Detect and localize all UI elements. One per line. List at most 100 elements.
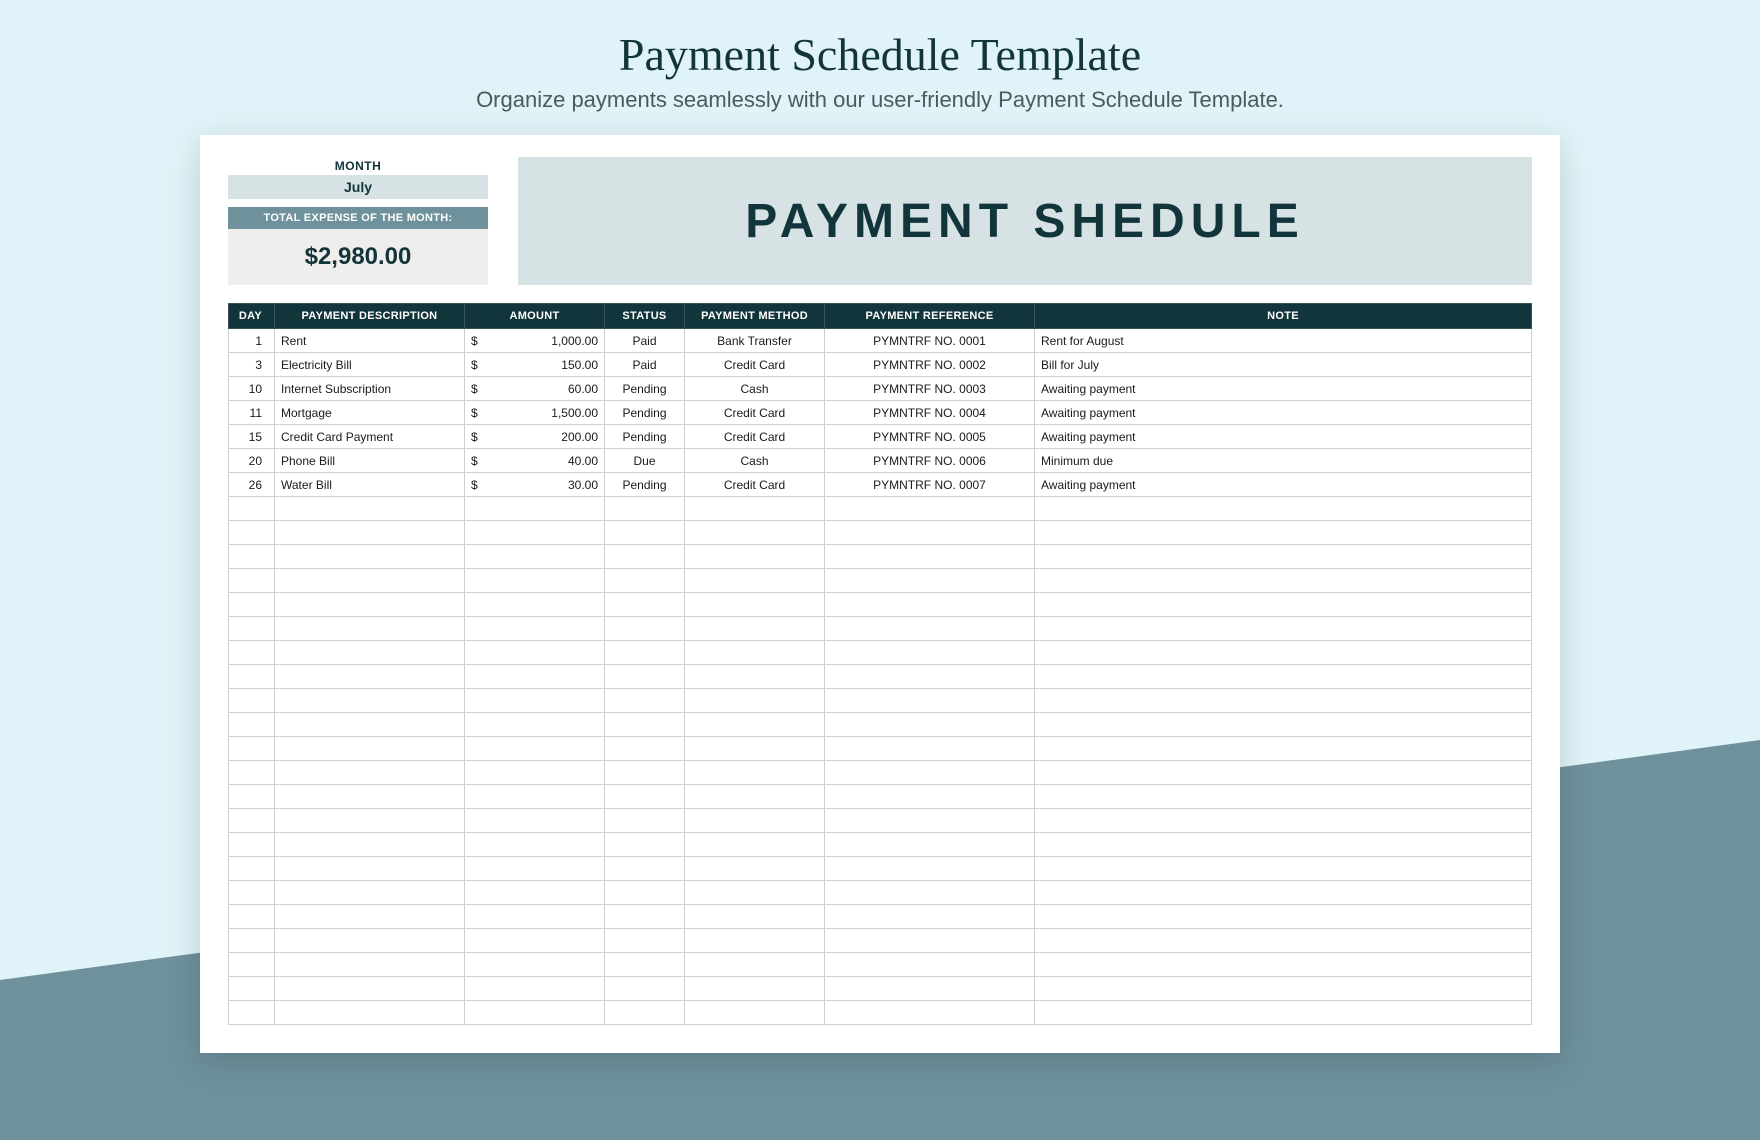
cell-amount[interactable]: 200.00 (485, 425, 605, 449)
cell-status[interactable]: Pending (605, 425, 685, 449)
cell-amount[interactable]: 1,000.00 (485, 329, 605, 353)
payment-table: DAY PAYMENT DESCRIPTION AMOUNT STATUS PA… (228, 303, 1532, 1025)
cell-currency[interactable]: $ (465, 425, 485, 449)
cell-amount[interactable]: 150.00 (485, 353, 605, 377)
cell-method[interactable]: Bank Transfer (685, 329, 825, 353)
table-row-empty[interactable] (229, 617, 1532, 641)
cell-status[interactable]: Pending (605, 473, 685, 497)
table-row-empty[interactable] (229, 977, 1532, 1001)
table-row-empty[interactable] (229, 641, 1532, 665)
table-row-empty[interactable] (229, 521, 1532, 545)
header-reference: PAYMENT REFERENCE (825, 304, 1035, 329)
table-row-empty[interactable] (229, 1001, 1532, 1025)
table-row[interactable]: 11Mortgage$1,500.00PendingCredit CardPYM… (229, 401, 1532, 425)
cell-note[interactable]: Rent for August (1035, 329, 1532, 353)
cell-amount[interactable]: 60.00 (485, 377, 605, 401)
cell-description[interactable]: Credit Card Payment (275, 425, 465, 449)
table-row[interactable]: 10Internet Subscription$60.00PendingCash… (229, 377, 1532, 401)
table-row-empty[interactable] (229, 761, 1532, 785)
header-note: NOTE (1035, 304, 1532, 329)
table-row-empty[interactable] (229, 833, 1532, 857)
month-value[interactable]: July (228, 175, 488, 199)
cell-status[interactable]: Due (605, 449, 685, 473)
cell-day[interactable]: 15 (229, 425, 275, 449)
header-status: STATUS (605, 304, 685, 329)
spreadsheet-card: MONTH July TOTAL EXPENSE OF THE MONTH: $… (200, 135, 1560, 1053)
table-row[interactable]: 15Credit Card Payment$200.00PendingCredi… (229, 425, 1532, 449)
table-row-empty[interactable] (229, 713, 1532, 737)
table-row[interactable]: 3Electricity Bill$150.00PaidCredit CardP… (229, 353, 1532, 377)
table-row[interactable]: 20Phone Bill$40.00DueCashPYMNTRF NO. 000… (229, 449, 1532, 473)
table-row-empty[interactable] (229, 929, 1532, 953)
cell-reference[interactable]: PYMNTRF NO. 0006 (825, 449, 1035, 473)
table-row[interactable]: 1Rent$1,000.00PaidBank TransferPYMNTRF N… (229, 329, 1532, 353)
cell-method[interactable]: Credit Card (685, 425, 825, 449)
table-body: 1Rent$1,000.00PaidBank TransferPYMNTRF N… (229, 329, 1532, 1025)
header-amount: AMOUNT (465, 304, 605, 329)
cell-method[interactable]: Credit Card (685, 473, 825, 497)
cell-note[interactable]: Awaiting payment (1035, 377, 1532, 401)
cell-description[interactable]: Mortgage (275, 401, 465, 425)
cell-day[interactable]: 11 (229, 401, 275, 425)
cell-day[interactable]: 20 (229, 449, 275, 473)
page-title: Payment Schedule Template (0, 0, 1760, 81)
cell-status[interactable]: Pending (605, 401, 685, 425)
cell-note[interactable]: Awaiting payment (1035, 425, 1532, 449)
cell-description[interactable]: Electricity Bill (275, 353, 465, 377)
cell-day[interactable]: 10 (229, 377, 275, 401)
sheet-header: MONTH July TOTAL EXPENSE OF THE MONTH: $… (228, 157, 1532, 285)
table-row-empty[interactable] (229, 689, 1532, 713)
cell-note[interactable]: Minimum due (1035, 449, 1532, 473)
cell-currency[interactable]: $ (465, 377, 485, 401)
cell-reference[interactable]: PYMNTRF NO. 0003 (825, 377, 1035, 401)
cell-day[interactable]: 26 (229, 473, 275, 497)
cell-description[interactable]: Internet Subscription (275, 377, 465, 401)
table-row-empty[interactable] (229, 881, 1532, 905)
cell-note[interactable]: Bill for July (1035, 353, 1532, 377)
table-row-empty[interactable] (229, 497, 1532, 521)
cell-status[interactable]: Paid (605, 329, 685, 353)
cell-currency[interactable]: $ (465, 449, 485, 473)
cell-amount[interactable]: 40.00 (485, 449, 605, 473)
cell-method[interactable]: Cash (685, 449, 825, 473)
table-row-empty[interactable] (229, 545, 1532, 569)
table-row-empty[interactable] (229, 737, 1532, 761)
table-row[interactable]: 26Water Bill$30.00PendingCredit CardPYMN… (229, 473, 1532, 497)
cell-reference[interactable]: PYMNTRF NO. 0004 (825, 401, 1035, 425)
table-header-row: DAY PAYMENT DESCRIPTION AMOUNT STATUS PA… (229, 304, 1532, 329)
table-row-empty[interactable] (229, 569, 1532, 593)
cell-description[interactable]: Rent (275, 329, 465, 353)
header-day: DAY (229, 304, 275, 329)
table-row-empty[interactable] (229, 809, 1532, 833)
cell-currency[interactable]: $ (465, 329, 485, 353)
cell-note[interactable]: Awaiting payment (1035, 473, 1532, 497)
cell-description[interactable]: Water Bill (275, 473, 465, 497)
cell-currency[interactable]: $ (465, 473, 485, 497)
cell-day[interactable]: 1 (229, 329, 275, 353)
cell-currency[interactable]: $ (465, 401, 485, 425)
cell-amount[interactable]: 30.00 (485, 473, 605, 497)
cell-note[interactable]: Awaiting payment (1035, 401, 1532, 425)
table-row-empty[interactable] (229, 665, 1532, 689)
cell-status[interactable]: Pending (605, 377, 685, 401)
total-expense-value: $2,980.00 (228, 229, 488, 285)
table-row-empty[interactable] (229, 857, 1532, 881)
cell-amount[interactable]: 1,500.00 (485, 401, 605, 425)
cell-reference[interactable]: PYMNTRF NO. 0002 (825, 353, 1035, 377)
cell-reference[interactable]: PYMNTRF NO. 0007 (825, 473, 1035, 497)
month-label: MONTH (228, 157, 488, 175)
table-row-empty[interactable] (229, 593, 1532, 617)
cell-status[interactable]: Paid (605, 353, 685, 377)
cell-reference[interactable]: PYMNTRF NO. 0005 (825, 425, 1035, 449)
table-row-empty[interactable] (229, 905, 1532, 929)
table-row-empty[interactable] (229, 785, 1532, 809)
table-row-empty[interactable] (229, 953, 1532, 977)
header-description: PAYMENT DESCRIPTION (275, 304, 465, 329)
cell-currency[interactable]: $ (465, 353, 485, 377)
cell-method[interactable]: Credit Card (685, 353, 825, 377)
cell-day[interactable]: 3 (229, 353, 275, 377)
cell-method[interactable]: Credit Card (685, 401, 825, 425)
cell-method[interactable]: Cash (685, 377, 825, 401)
cell-description[interactable]: Phone Bill (275, 449, 465, 473)
cell-reference[interactable]: PYMNTRF NO. 0001 (825, 329, 1035, 353)
